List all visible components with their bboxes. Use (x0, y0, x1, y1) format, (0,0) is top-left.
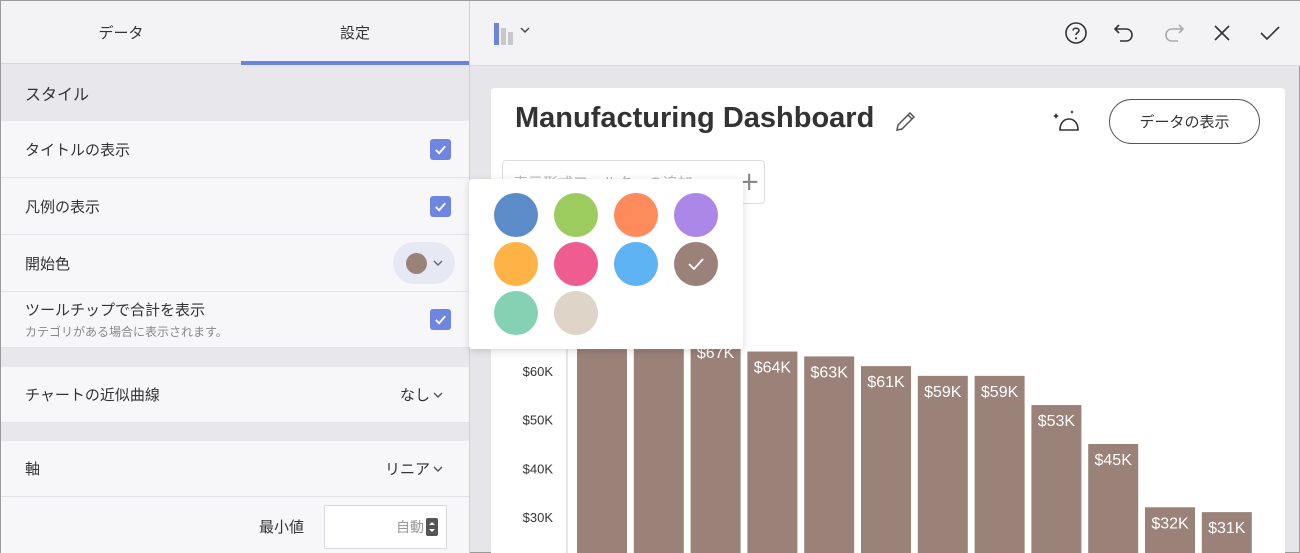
axis-label: 軸 (25, 460, 41, 478)
bar[interactable] (747, 351, 798, 553)
close-icon[interactable] (1208, 19, 1236, 47)
start-color-picker[interactable] (393, 242, 455, 284)
panel-tabs: データ 設定 (1, 1, 469, 65)
bar[interactable] (690, 336, 741, 553)
bar-data-label: $53K (1038, 413, 1076, 430)
check-icon (435, 315, 446, 325)
show-title-checkbox[interactable] (430, 138, 451, 160)
min-value-text: 自動 (396, 520, 424, 536)
axis-row[interactable]: 軸 リニア (1, 441, 469, 497)
undo-icon[interactable] (1110, 19, 1138, 47)
bar[interactable] (861, 366, 911, 553)
chevron-down-icon (520, 27, 530, 33)
check-icon (688, 258, 704, 271)
y-tick-label: $60K (523, 364, 554, 379)
start-color-label: 開始色 (25, 254, 71, 273)
color-swatch[interactable] (494, 291, 538, 335)
confirm-icon[interactable] (1256, 19, 1284, 47)
color-swatch[interactable] (674, 193, 718, 237)
tooltip-total-label: ツールチップで合計を表示 (25, 301, 206, 319)
tab-data[interactable]: データ (1, 1, 241, 64)
check-icon (435, 202, 446, 212)
trendline-value: なし (399, 386, 430, 404)
min-value-label: 最小値 (258, 518, 304, 536)
check-icon (435, 145, 446, 155)
help-icon[interactable] (1062, 19, 1090, 47)
bar[interactable] (917, 375, 968, 553)
color-swatch[interactable] (494, 242, 538, 286)
show-legend-label: 凡例の表示 (25, 197, 101, 216)
bar-data-label: $45K (1095, 452, 1133, 469)
bar-data-label: $31K (1208, 520, 1246, 537)
bar-data-label: $61K (867, 374, 905, 391)
color-swatch[interactable] (494, 193, 538, 237)
bar[interactable] (577, 322, 627, 553)
settings-panel: データ 設定 スタイル タイトルの表示 凡例の表示 開始色 ツールチップで合計を… (1, 1, 469, 553)
style-section-header: スタイル (25, 85, 90, 104)
tab-settings[interactable]: 設定 (241, 1, 469, 64)
trendline-label: チャートの近似曲線 (25, 386, 160, 404)
color-swatch[interactable] (554, 193, 598, 237)
min-value-row: 最小値 自動 (1, 497, 469, 553)
tooltip-total-checkbox[interactable] (430, 309, 451, 330)
tooltip-total-row[interactable]: ツールチップで合計を表示 カテゴリがある場合に表示されます。 (1, 292, 469, 348)
chevron-down-icon (433, 466, 443, 472)
top-toolbar (470, 1, 1300, 66)
bar[interactable] (804, 356, 855, 553)
stepper-icon[interactable] (426, 518, 438, 536)
chevron-down-icon (433, 260, 442, 266)
show-title-row[interactable]: タイトルの表示 (1, 121, 469, 178)
bar-chart-icon (494, 23, 513, 45)
show-title-label: タイトルの表示 (25, 140, 131, 159)
color-swatch[interactable] (614, 242, 658, 286)
bar-data-label: $59K (924, 384, 962, 401)
y-tick-label: $30K (523, 510, 554, 525)
selected-color-swatch (405, 252, 427, 274)
color-swatch[interactable] (614, 193, 658, 237)
redo-icon[interactable] (1160, 19, 1188, 47)
bar-data-label: $59K (981, 384, 1019, 401)
y-tick-label: $40K (523, 461, 554, 476)
show-legend-checkbox[interactable] (430, 195, 451, 217)
bar-data-label: $64K (754, 360, 792, 377)
visualization-picker[interactable] (494, 21, 530, 45)
min-value-input[interactable]: 自動 (324, 505, 447, 549)
color-swatch[interactable] (554, 291, 598, 335)
bar-data-label: $63K (811, 364, 849, 381)
show-legend-row[interactable]: 凡例の表示 (1, 178, 469, 235)
tooltip-total-sublabel: カテゴリがある場合に表示されます。 (25, 325, 228, 339)
color-swatch[interactable] (554, 242, 598, 286)
trendline-select[interactable]: なし (400, 384, 443, 405)
chevron-down-icon (433, 392, 443, 398)
start-color-row: 開始色 (1, 235, 469, 292)
y-tick-label: $50K (523, 413, 554, 428)
bar[interactable] (974, 375, 1025, 553)
color-palette-popover (469, 179, 743, 349)
axis-select[interactable]: リニア (385, 458, 443, 479)
axis-value: リニア (384, 460, 430, 478)
bar[interactable] (633, 322, 684, 553)
bar-data-label: $32K (1151, 515, 1189, 532)
trendline-row[interactable]: チャートの近似曲線 なし (1, 367, 469, 423)
color-swatch[interactable] (674, 242, 718, 286)
